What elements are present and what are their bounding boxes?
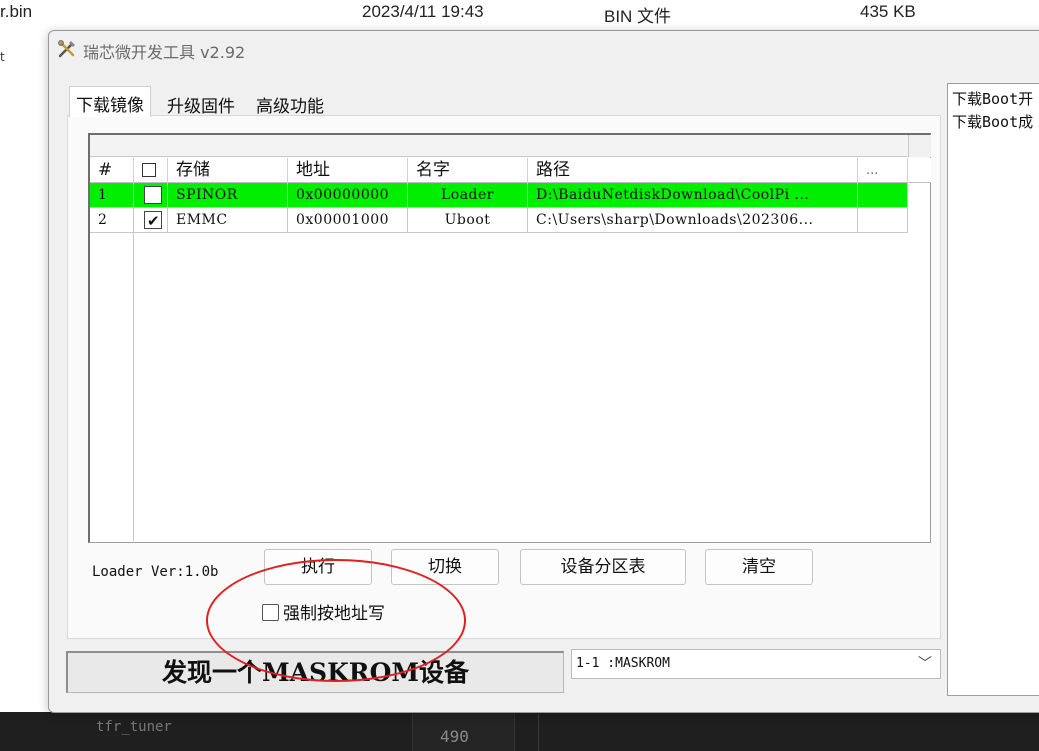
background-editor: tfr_tuner 490 (0, 712, 1039, 751)
row-storage: SPINOR (168, 183, 288, 208)
table-header: # 存储 地址 名字 路径 ... (90, 158, 931, 183)
col-header-name[interactable]: 名字 (408, 158, 528, 183)
table-row[interactable]: 2 EMMC 0x00001000 Uboot C:\Users\sharp\D… (90, 208, 908, 233)
col-header-more[interactable]: ... (858, 158, 908, 183)
rk-dev-tool-window: 瑞芯微开发工具 v2.92 下载镜像 升级固件 高级功能 # 存储 地址 名字 … (48, 30, 1039, 713)
row-path[interactable]: C:\Users\sharp\Downloads\202306... (528, 208, 858, 233)
bg-editor-separator (538, 712, 539, 751)
bg-file-type: BIN 文件 (604, 7, 672, 26)
row-name: Loader (408, 183, 528, 208)
row-num: 1 (90, 183, 134, 208)
log-line: 下载Boot开 (952, 90, 1034, 108)
image-table: # 存储 地址 名字 路径 ... 1 SPINOR 0x00000000 Lo… (88, 133, 931, 543)
col-header-address[interactable]: 地址 (288, 158, 408, 183)
bg-editor-tab: tfr_tuner (96, 719, 172, 735)
row-checkbox[interactable] (144, 186, 162, 204)
row-num: 2 (90, 208, 134, 233)
row-name: Uboot (408, 208, 528, 233)
select-all-checkbox[interactable] (142, 163, 156, 177)
window-title: 瑞芯微开发工具 v2.92 (83, 43, 246, 62)
row-checkbox-cell (134, 208, 168, 233)
row-path[interactable]: D:\BaiduNetdiskDownload\CoolPi ... (528, 183, 858, 208)
bg-side-text: t (0, 50, 5, 64)
bg-file-date: 2023/4/11 19:43 (362, 2, 484, 21)
col-header-path[interactable]: 路径 (528, 158, 858, 183)
log-line: 下载Boot成 (952, 113, 1034, 131)
titlebar[interactable]: 瑞芯微开发工具 v2.92 (49, 31, 1039, 67)
device-select-value: 1-1 :MASKROM (576, 656, 670, 671)
bg-file-name: r.bin (0, 2, 33, 21)
clear-button[interactable]: 清空 (705, 549, 813, 585)
annotation-ellipse (206, 559, 466, 682)
chevron-down-icon[interactable]: ﹀ (918, 650, 932, 678)
tab-download-image[interactable]: 下载镜像 (69, 86, 151, 117)
tab-advanced[interactable]: 高级功能 (250, 88, 330, 118)
row-checkbox-cell (134, 183, 168, 208)
row-address[interactable]: 0x00001000 (288, 208, 408, 233)
tab-upgrade-firmware[interactable]: 升级固件 (161, 88, 241, 118)
table-top-bar (90, 135, 908, 157)
log-panel[interactable]: 下载Boot开 下载Boot成 (947, 83, 1039, 696)
row-browse[interactable] (858, 183, 908, 208)
device-select[interactable]: 1-1 :MASKROM ﹀ (571, 649, 941, 679)
table-scroll-corner (908, 135, 931, 157)
col-header-check[interactable] (134, 158, 168, 183)
table-row[interactable]: 1 SPINOR 0x00000000 Loader D:\BaiduNetdi… (90, 183, 908, 208)
loader-version: Loader Ver:1.0b (92, 564, 219, 580)
num-column-divider (90, 233, 134, 541)
background-file-row[interactable]: r.bin 2023/4/11 19:43 BIN 文件 435 KB (0, 0, 1039, 28)
download-image-panel: # 存储 地址 名字 路径 ... 1 SPINOR 0x00000000 Lo… (67, 115, 941, 639)
bg-file-size: 435 KB (860, 2, 916, 21)
row-storage: EMMC (168, 208, 288, 233)
row-address[interactable]: 0x00000000 (288, 183, 408, 208)
row-browse[interactable] (858, 208, 908, 233)
col-header-num[interactable]: # (90, 158, 134, 183)
partition-table-button[interactable]: 设备分区表 (520, 549, 686, 585)
tools-icon (58, 40, 75, 58)
bg-editor-line: 490 (440, 727, 469, 746)
col-header-storage[interactable]: 存储 (168, 158, 288, 183)
row-checkbox[interactable] (144, 209, 162, 232)
